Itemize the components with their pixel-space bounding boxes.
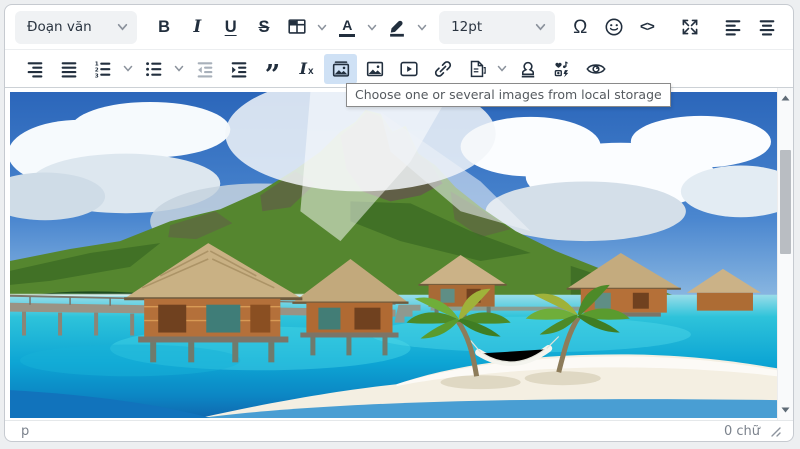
anchor-button[interactable] [511, 54, 544, 84]
scroll-up-arrow[interactable] [778, 90, 793, 106]
table-button[interactable] [281, 12, 313, 42]
paragraph-format-select[interactable]: Đoạn văn [15, 11, 137, 44]
clear-formatting-button[interactable]: I x [290, 54, 323, 84]
strikethrough-button[interactable]: S [248, 12, 280, 42]
video-icon [398, 58, 420, 80]
blockquote-button[interactable]: ” [256, 54, 289, 84]
indent-icon [228, 58, 250, 80]
template-chevron[interactable] [494, 54, 510, 84]
clear-formatting-icon: I x [299, 61, 313, 77]
outdent-button[interactable] [188, 54, 221, 84]
element-path: p [21, 424, 29, 439]
italic-icon: I [193, 19, 201, 36]
preview-eye-icon [585, 58, 607, 80]
justify-button[interactable] [52, 54, 85, 84]
bold-icon: B [158, 19, 170, 36]
paragraph-format-value: Đoạn văn [27, 19, 92, 35]
justify-icon [58, 58, 80, 80]
fullscreen-icon [679, 16, 701, 38]
chevron-down-icon [497, 65, 507, 72]
align-left-button[interactable] [717, 12, 749, 42]
italic-button[interactable]: I [181, 12, 213, 42]
editor-content[interactable] [5, 88, 793, 420]
toolbar-row-1: Đoạn văn B I U S A [5, 5, 793, 49]
word-count[interactable]: 0 chữ [724, 424, 760, 439]
align-left-icon [722, 16, 744, 38]
indent-button[interactable] [222, 54, 255, 84]
chevron-down-icon [367, 24, 377, 31]
svg-text:3: 3 [94, 73, 98, 79]
text-color-icon: A [339, 18, 355, 37]
chevron-down-icon [417, 24, 427, 31]
chevron-down-icon [117, 23, 128, 31]
text-color-chevron[interactable] [364, 12, 380, 42]
preview-button[interactable] [579, 54, 612, 84]
tropical-lagoon-picture [10, 92, 777, 418]
table-menu-chevron[interactable] [314, 12, 330, 42]
special-character-button[interactable]: Ω [564, 12, 596, 42]
emoji-button[interactable] [597, 12, 629, 42]
bullet-list-button[interactable] [137, 54, 170, 84]
content-image[interactable] [10, 92, 777, 418]
table-icon [286, 16, 308, 38]
font-size-select[interactable]: 12pt [439, 11, 555, 44]
shortcode-button[interactable] [545, 54, 578, 84]
underline-button[interactable]: U [215, 12, 247, 42]
image-icon [364, 58, 386, 80]
highlight-color-chevron[interactable] [414, 12, 430, 42]
align-center-icon [756, 16, 778, 38]
bold-button[interactable]: B [148, 12, 180, 42]
highlight-color-icon [386, 16, 408, 38]
resize-handle[interactable] [770, 426, 781, 437]
vertical-scrollbar[interactable] [777, 88, 793, 420]
numbered-list-button[interactable]: 123 [86, 54, 119, 84]
font-size-value: 12pt [451, 19, 482, 35]
scroll-down-arrow[interactable] [778, 402, 793, 418]
numbered-list-icon: 123 [92, 58, 114, 80]
link-icon [432, 58, 454, 80]
template-button[interactable] [460, 54, 493, 84]
source-code-icon: <> [640, 20, 654, 34]
source-code-button[interactable]: <> [631, 12, 663, 42]
highlight-color-button[interactable] [381, 12, 413, 42]
fullscreen-button[interactable] [674, 12, 706, 42]
text-color-button[interactable]: A [331, 12, 363, 42]
bullet-list-icon [143, 58, 165, 80]
rich-text-editor: Đoạn văn B I U S A [4, 4, 794, 442]
scrollbar-thumb[interactable] [780, 150, 791, 254]
video-button[interactable] [392, 54, 425, 84]
local-images-button[interactable] [324, 54, 357, 84]
underline-icon: U [225, 19, 237, 36]
chevron-down-icon [317, 24, 327, 31]
special-character-icon: Ω [573, 18, 587, 37]
numbered-list-chevron[interactable] [120, 54, 136, 84]
chevron-down-icon [123, 65, 133, 72]
align-right-button[interactable] [18, 54, 51, 84]
anchor-icon [517, 58, 539, 80]
local-images-icon [330, 58, 352, 80]
align-center-button[interactable] [751, 12, 783, 42]
link-button[interactable] [426, 54, 459, 84]
bullet-list-chevron[interactable] [171, 54, 187, 84]
align-right-icon [24, 58, 46, 80]
template-icon [466, 58, 488, 80]
emoji-icon [603, 16, 625, 38]
shortcode-icon [551, 58, 573, 80]
strikethrough-icon: S [258, 19, 269, 36]
outdent-icon [194, 58, 216, 80]
statusbar: p 0 chữ [5, 420, 793, 441]
image-button[interactable] [358, 54, 391, 84]
chevron-down-icon [535, 23, 546, 31]
chevron-down-icon [174, 65, 184, 72]
button-tooltip: Choose one or several images from local … [346, 83, 671, 107]
